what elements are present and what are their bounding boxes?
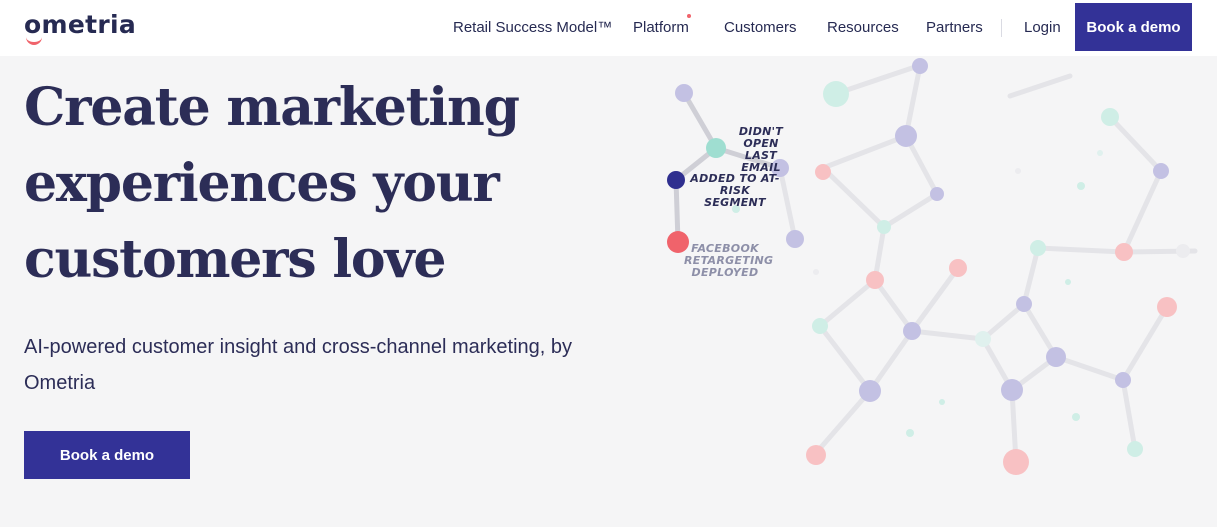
annotation-line: DEPLOYED bbox=[691, 266, 759, 279]
hero-subtitle-line: Ometria bbox=[24, 372, 96, 394]
hero-subtitle: AI-powered customer insight and cross-ch… bbox=[24, 329, 624, 401]
nav-login[interactable]: Login bbox=[1024, 19, 1061, 36]
hero-title: Create marketing experiences your custom… bbox=[24, 70, 624, 298]
annotation-line: DIDN'T OPEN bbox=[738, 125, 784, 150]
hero-subtitle-line: AI-powered customer insight and cross-ch… bbox=[24, 336, 573, 358]
top-navbar: ometria Retail Success Model™ Platform C… bbox=[0, 0, 1217, 56]
hero-title-line: customers love bbox=[24, 229, 446, 290]
customer-journey-network-graphic: DIDN'T OPEN LAST EMAIL ADDED TO AT- RISK… bbox=[640, 56, 1217, 527]
nav-resources[interactable]: Resources bbox=[827, 19, 899, 36]
nav-partners[interactable]: Partners bbox=[926, 19, 983, 36]
annotation-facebook-retargeting: FACEBOOK RETARGETING DEPLOYED bbox=[684, 243, 773, 279]
hero-title-line: experiences your bbox=[24, 153, 500, 214]
ometria-logo[interactable]: ometria bbox=[24, 10, 136, 39]
nav-retail-success-model[interactable]: Retail Success Model™ bbox=[453, 19, 612, 36]
annotation-line: LAST EMAIL bbox=[741, 149, 781, 174]
new-indicator-dot bbox=[687, 14, 691, 18]
nav-platform[interactable]: Platform bbox=[633, 19, 689, 36]
annotation-didnt-open-email: DIDN'T OPEN LAST EMAIL bbox=[726, 126, 796, 174]
hero-book-demo-button[interactable]: Book a demo bbox=[24, 431, 190, 479]
network-edges bbox=[777, 63, 1198, 465]
nav-book-demo-button[interactable]: Book a demo bbox=[1075, 3, 1192, 51]
nav-customers[interactable]: Customers bbox=[724, 19, 797, 36]
hero-title-line: Create marketing bbox=[24, 77, 520, 138]
logo-smile-icon bbox=[26, 37, 42, 45]
annotation-at-risk-segment: ADDED TO AT- RISK SEGMENT bbox=[690, 173, 780, 209]
annotation-line: RISK SEGMENT bbox=[704, 184, 766, 209]
nav-divider bbox=[1001, 19, 1002, 37]
